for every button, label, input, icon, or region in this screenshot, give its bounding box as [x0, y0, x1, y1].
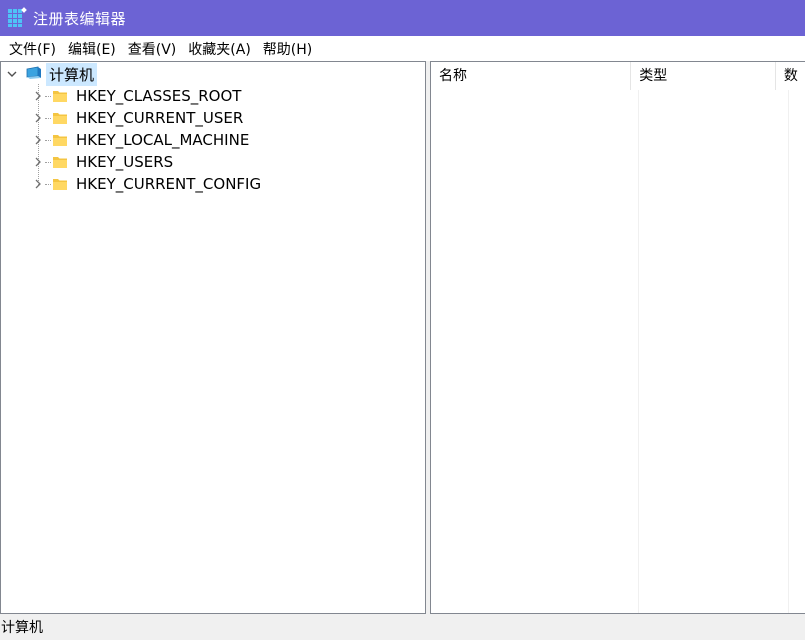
tree-connector-horizontal [45, 162, 51, 163]
tree-connector-horizontal [45, 140, 51, 141]
status-path: 计算机 [1, 620, 43, 636]
folder-icon [52, 133, 68, 147]
chevron-right-icon[interactable] [31, 133, 45, 147]
tree-label-hkey-users: HKEY_USERS [76, 153, 174, 171]
tree-node-hkey-users[interactable]: HKEY_USERS [31, 151, 176, 173]
tree-connector-horizontal [45, 184, 51, 185]
chevron-down-icon[interactable] [5, 67, 19, 81]
column-header-data[interactable]: 数 [776, 62, 805, 90]
registry-app-icon [8, 7, 27, 27]
column-divider [638, 90, 639, 613]
folder-icon [52, 111, 68, 125]
computer-icon [25, 66, 43, 82]
status-bar: 计算机 [0, 614, 805, 640]
tree-node-hkey-local-machine[interactable]: HKEY_LOCAL_MACHINE [31, 129, 252, 151]
value-list-pane[interactable]: 名称 类型 数 [430, 61, 805, 614]
key-tree-pane[interactable]: 计算机 HKEY_CLASSES_ROOT HKEY_CURRENT_USER … [0, 61, 426, 614]
tree-label-computer: 计算机 [46, 62, 98, 86]
tree-node-hkey-current-user[interactable]: HKEY_CURRENT_USER [31, 107, 246, 129]
column-header-name[interactable]: 名称 [431, 62, 632, 90]
folder-icon [52, 177, 68, 191]
tree-label-hkey-classes-root: HKEY_CLASSES_ROOT [76, 87, 242, 105]
menu-view[interactable]: 查看(V) [123, 37, 182, 61]
column-divider [788, 90, 789, 613]
menu-favorites[interactable]: 收藏夹(A) [183, 37, 256, 61]
chevron-right-icon[interactable] [31, 177, 45, 191]
menu-edit[interactable]: 编辑(E) [63, 37, 121, 61]
tree-node-hkey-classes-root[interactable]: HKEY_CLASSES_ROOT [31, 85, 244, 107]
menu-help[interactable]: 帮助(H) [258, 37, 317, 61]
tree-label-hkey-local-machine: HKEY_LOCAL_MACHINE [76, 131, 250, 149]
window-title: 注册表编辑器 [33, 9, 127, 28]
tree-node-computer[interactable]: 计算机 [5, 62, 98, 86]
folder-icon [52, 89, 68, 103]
chevron-right-icon[interactable] [31, 155, 45, 169]
menu-file[interactable]: 文件(F) [4, 37, 61, 61]
tree-node-hkey-current-config[interactable]: HKEY_CURRENT_CONFIG [31, 173, 264, 195]
tree-label-hkey-current-user: HKEY_CURRENT_USER [76, 109, 244, 127]
tree-label-hkey-current-config: HKEY_CURRENT_CONFIG [76, 175, 262, 193]
title-bar[interactable]: 注册表编辑器 [0, 0, 805, 36]
tree-connector-horizontal [45, 96, 51, 97]
list-header: 名称 类型 数 [431, 62, 805, 90]
chevron-right-icon[interactable] [31, 111, 45, 125]
chevron-right-icon[interactable] [31, 89, 45, 103]
tree-connector-horizontal [45, 118, 51, 119]
column-header-type[interactable]: 类型 [631, 62, 776, 90]
folder-icon [52, 155, 68, 169]
menu-bar: 文件(F) 编辑(E) 查看(V) 收藏夹(A) 帮助(H) [0, 36, 805, 61]
